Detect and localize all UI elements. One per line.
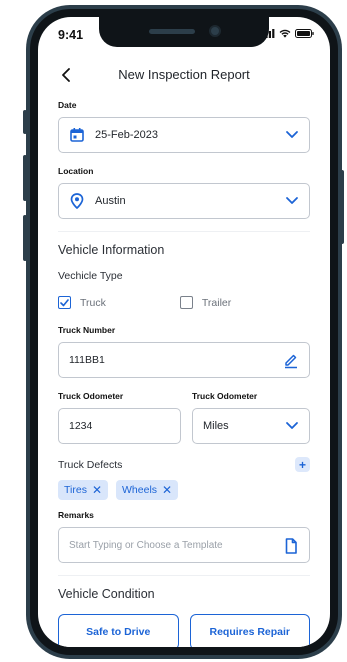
nav-bar: New Inspection Report	[38, 57, 330, 93]
defect-chip-label: Tires	[64, 484, 87, 496]
phone-frame: 9:41 New Inspection Report Date 25-Feb-2…	[26, 5, 342, 659]
defects-label: Truck Defects	[58, 458, 123, 471]
wifi-icon	[279, 29, 291, 38]
defect-chips: Tires ✕ Wheels ✕	[58, 480, 310, 500]
app-screen: 9:41 New Inspection Report Date 25-Feb-2…	[38, 17, 330, 647]
status-icons	[262, 29, 314, 38]
date-select[interactable]: 25-Feb-2023	[58, 117, 310, 153]
truck-number-label: Truck Number	[58, 325, 116, 335]
location-select[interactable]: Austin	[58, 183, 310, 219]
odometer-value-group: Truck Odometer 1234	[58, 391, 181, 444]
trailer-checkbox-label: Trailer	[201, 296, 232, 309]
date-value: 25-Feb-2023	[95, 129, 158, 141]
remarks-label: Remarks	[58, 510, 94, 520]
add-defect-button[interactable]: +	[295, 457, 310, 472]
odometer-unit-select[interactable]: Miles	[192, 408, 310, 444]
truck-number-input[interactable]: 111BB1	[58, 342, 310, 378]
defect-chip-wheels: Wheels ✕	[116, 480, 179, 500]
requires-repair-button[interactable]: Requires Repair	[189, 614, 310, 647]
phone-camera	[209, 25, 221, 37]
location-label: Location	[58, 166, 94, 176]
vehicle-type-label: Vechicle Type	[58, 270, 123, 282]
defect-chip-label: Wheels	[122, 484, 158, 496]
section-divider	[58, 575, 310, 576]
vehicle-type-options: Truck Trailer	[58, 296, 310, 309]
calendar-icon	[69, 127, 85, 143]
phone-notch	[99, 17, 269, 47]
condition-buttons: Safe to Drive Requires Repair	[58, 614, 310, 647]
odometer-unit-value: Miles	[203, 420, 229, 432]
page-title: New Inspection Report	[118, 67, 250, 82]
vehicle-condition-title: Vehicle Condition	[58, 587, 155, 601]
trailer-checkbox[interactable]: Trailer	[179, 296, 232, 309]
remarks-placeholder: Start Typing or Choose a Template	[69, 539, 223, 551]
pencil-icon[interactable]	[283, 353, 299, 369]
remarks-input[interactable]: Start Typing or Choose a Template	[58, 527, 310, 563]
battery-icon	[295, 29, 314, 38]
truck-checkbox-label: Truck	[80, 296, 106, 309]
odometer-input[interactable]: 1234	[58, 408, 181, 444]
truck-checkbox[interactable]: Truck	[58, 296, 106, 309]
checkbox-checked-icon	[58, 296, 71, 309]
status-time: 9:41	[58, 28, 84, 42]
date-label: Date	[58, 100, 77, 110]
document-icon[interactable]	[283, 538, 299, 554]
close-icon[interactable]: ✕	[162, 483, 172, 497]
location-pin-icon	[69, 193, 85, 209]
odometer-value: 1234	[69, 420, 93, 432]
safe-to-drive-button[interactable]: Safe to Drive	[58, 614, 179, 647]
section-divider	[58, 231, 310, 232]
chevron-down-icon	[286, 197, 298, 204]
chevron-down-icon	[286, 422, 298, 429]
truck-number-value: 111BB1	[69, 354, 105, 366]
defect-chip-tires: Tires ✕	[58, 480, 109, 500]
odometer-unit-label: Truck Odometer	[192, 391, 258, 401]
location-value: Austin	[95, 195, 126, 207]
checkbox-unchecked-icon	[179, 296, 193, 309]
odometer-row: Truck Odometer 1234 Truck Odometer Miles	[58, 391, 310, 444]
inspection-form: Date 25-Feb-2023 Location Austin Vehicle…	[58, 100, 310, 647]
defects-header: Truck Defects +	[58, 457, 310, 472]
close-icon[interactable]: ✕	[92, 483, 102, 497]
phone-bezel: 9:41 New Inspection Report Date 25-Feb-2…	[30, 9, 338, 655]
chevron-down-icon	[286, 131, 298, 138]
odometer-value-label: Truck Odometer	[58, 391, 124, 401]
phone-speaker	[149, 29, 195, 34]
vehicle-info-title: Vehicle Information	[58, 243, 165, 257]
odometer-unit-group: Truck Odometer Miles	[192, 391, 310, 444]
